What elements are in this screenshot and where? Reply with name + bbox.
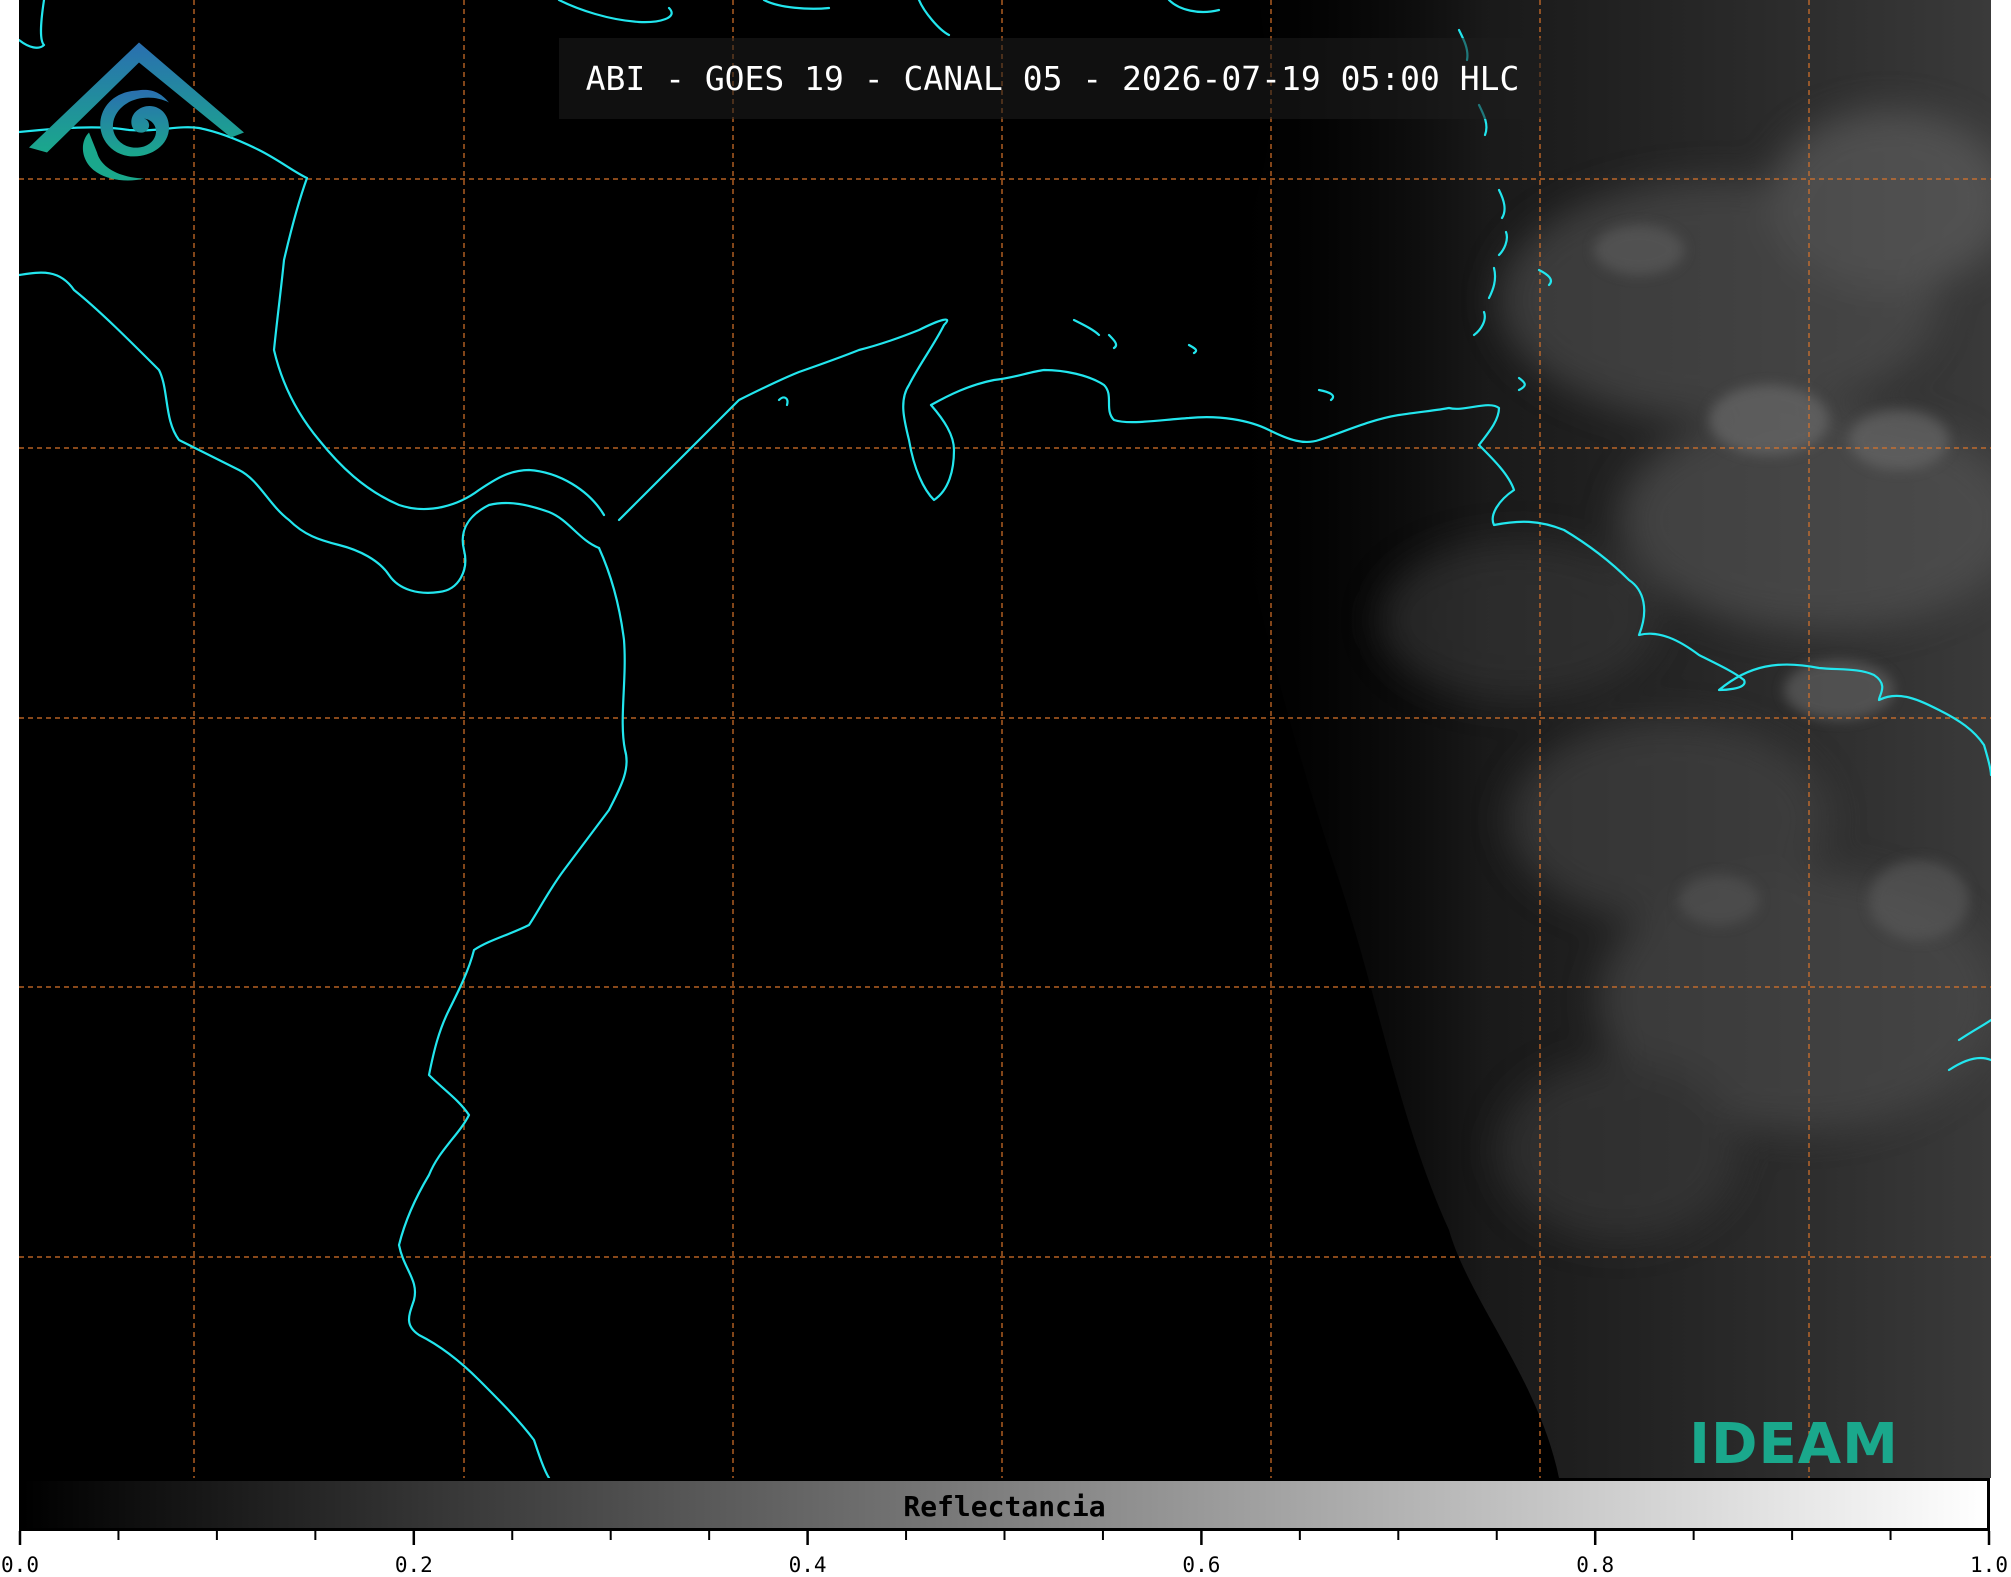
map-title: ABI - GOES 19 - CANAL 05 - 2026-07-19 05…: [585, 59, 1520, 98]
map-layers: [19, 0, 1991, 1478]
logo-text: IDEAM: [1689, 1412, 1899, 1477]
colorbar-tick-label: 0.6: [1182, 1553, 1221, 1577]
coastline-colombia-pacific: [397, 546, 628, 1478]
coastline-cuba: [557, 0, 673, 24]
colorbar-label: Reflectancia: [903, 1490, 1106, 1523]
ideam-logo-icon: [29, 42, 244, 181]
cloud-layer: [1212, 0, 1991, 1478]
satellite-map[interactable]: ABI - GOES 19 - CANAL 05 - 2026-07-19 05…: [19, 0, 1991, 1478]
colorbar-tick-label: 1.0: [1970, 1553, 2008, 1577]
colorbar-tick-label: 0.4: [788, 1553, 827, 1577]
coastline-islands: [762, 0, 1221, 37]
map-title-panel: ABI - GOES 19 - CANAL 05 - 2026-07-19 05…: [559, 38, 1546, 119]
colorbar-tick-label: 0.0: [1, 1553, 39, 1577]
coastline-central-america: [19, 271, 601, 594]
colorbar: Reflectancia: [19, 1478, 1990, 1531]
colorbar-tick-label: 0.8: [1576, 1553, 1615, 1577]
colorbar-tick-label: 0.2: [394, 1553, 433, 1577]
colorbar-ticks: [18, 1531, 1991, 1545]
